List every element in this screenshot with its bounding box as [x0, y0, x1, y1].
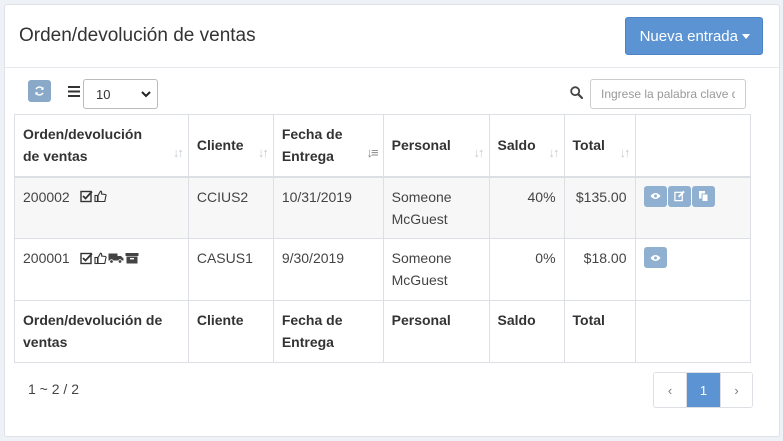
footer-header-client: Cliente	[187, 300, 274, 363]
pagination: ‹ 1 ›	[653, 372, 753, 408]
search-input[interactable]	[590, 79, 746, 109]
page-size-value: 10	[96, 86, 111, 102]
column-header-label: Personal	[391, 137, 451, 154]
order-number: 200001	[23, 250, 70, 266]
column-header-total[interactable]: Total ↓↑	[563, 114, 636, 178]
pagination-info: 1 ~ 2 / 2	[28, 381, 79, 397]
column-header-label: Orden/devolución de ventas	[23, 126, 143, 165]
balance-cell: 40%	[488, 176, 565, 239]
caret-down-icon	[742, 33, 750, 39]
column-header-date[interactable]: Fecha de Entrega ↓≡	[272, 114, 384, 178]
eye-icon	[649, 193, 661, 199]
thumbs-up-icon	[94, 190, 107, 203]
column-header-client[interactable]: Cliente ↓↑	[187, 114, 274, 178]
check-square-icon	[80, 190, 93, 203]
date-cell: 9/30/2019	[272, 238, 384, 301]
column-header-order[interactable]: Orden/devolución de ventas ↓↑	[14, 114, 189, 178]
truck-icon	[108, 253, 124, 264]
order-cell: 200001	[14, 238, 189, 301]
page-button-current[interactable]: 1	[686, 373, 720, 407]
footer-header-staff: Personal	[382, 300, 490, 363]
copy-button[interactable]	[691, 185, 715, 207]
panel-header: Orden/devolución de ventas Nueva entrada	[5, 5, 779, 68]
sort-icon: ↓↑	[619, 144, 631, 160]
footer-header-actions	[634, 300, 751, 363]
column-header-label: Fecha de Entrega	[281, 126, 343, 165]
refresh-button[interactable]	[28, 80, 51, 102]
staff-cell: Someone McGuest	[382, 238, 490, 301]
footer-header-total: Total	[563, 300, 636, 363]
edit-button[interactable]	[667, 185, 691, 207]
list-icon	[68, 86, 80, 97]
total-cell: $135.00	[563, 176, 636, 239]
footer-header-order: Orden/devolución de ventas	[14, 300, 189, 363]
table-toolbar: 10	[0, 64, 783, 114]
actions-cell	[634, 238, 751, 301]
order-number: 200002	[23, 188, 70, 205]
sort-icon: ↓↑	[548, 144, 560, 160]
next-page-button[interactable]: ›	[720, 373, 752, 407]
footer-header-balance: Saldo	[488, 300, 565, 363]
column-header-label: Total	[572, 137, 605, 154]
order-cell: 200002	[14, 176, 189, 239]
sort-desc-icon: ↓≡	[366, 144, 379, 160]
orders-table: Orden/devolución de ventas ↓↑ Cliente ↓↑ F…	[14, 114, 751, 363]
new-entry-label: Nueva entrada	[639, 27, 738, 45]
archive-icon	[125, 253, 139, 264]
table-row: 200001 CASUS1 9/30/2019 Someone McGuest …	[14, 238, 751, 301]
staff-cell: Someone McGuest	[382, 176, 490, 239]
client-cell: CCIUS2	[187, 176, 274, 239]
sort-icon: ↓↑	[172, 144, 184, 160]
chevron-down-icon	[141, 90, 151, 97]
new-entry-button[interactable]: Nueva entrada	[624, 17, 763, 55]
column-header-staff[interactable]: Personal ↓↑	[382, 114, 490, 178]
column-header-balance[interactable]: Saldo ↓↑	[488, 114, 565, 178]
view-button[interactable]	[643, 247, 667, 268]
thumbs-up-icon	[94, 252, 107, 264]
page-size-select[interactable]: 10	[83, 79, 158, 109]
sort-icon: ↓↑	[257, 144, 269, 160]
refresh-icon	[35, 86, 44, 96]
eye-icon	[649, 254, 661, 261]
check-square-icon	[80, 252, 93, 264]
actions-cell	[634, 176, 751, 239]
column-header-label: Cliente	[196, 137, 244, 154]
table-footer-row: Orden/devolución de ventas Cliente Fecha…	[14, 300, 751, 363]
prev-page-button[interactable]: ‹	[654, 373, 686, 407]
client-cell: CASUS1	[187, 238, 274, 301]
edit-icon	[673, 190, 685, 202]
view-button[interactable]	[643, 185, 667, 207]
page-title: Orden/devolución de ventas	[19, 25, 256, 46]
footer-header-date: Fecha de Entrega	[272, 300, 384, 363]
column-header-actions	[634, 114, 751, 178]
sort-icon: ↓↑	[473, 144, 485, 160]
total-cell: $18.00	[563, 238, 636, 301]
column-header-label: Saldo	[497, 137, 536, 154]
date-cell: 10/31/2019	[272, 176, 384, 239]
balance-cell: 0%	[488, 238, 565, 301]
search-icon	[570, 86, 583, 99]
table-row: 200002 CCIUS2 10/31/2019 Someone McGuest…	[14, 176, 751, 239]
copy-icon	[698, 191, 708, 202]
